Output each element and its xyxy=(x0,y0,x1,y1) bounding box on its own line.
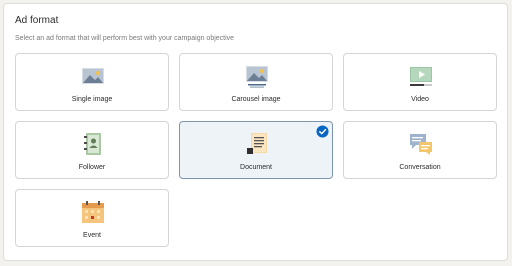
event-icon xyxy=(82,201,104,223)
section-title: Ad format xyxy=(15,15,59,26)
single-image-icon xyxy=(82,68,104,84)
format-label: Follower xyxy=(78,164,106,171)
conversation-icon xyxy=(410,134,432,155)
format-card-follower[interactable]: Follower xyxy=(15,121,169,179)
format-label: Carousel image xyxy=(231,96,281,103)
format-card-conversation[interactable]: Conversation xyxy=(343,121,497,179)
format-label: Video xyxy=(411,96,429,103)
carousel-image-icon xyxy=(246,66,268,88)
video-icon xyxy=(410,67,432,86)
format-label: Single image xyxy=(71,96,113,103)
format-label: Document xyxy=(240,164,272,171)
selected-check-icon xyxy=(316,125,329,138)
format-label: Event xyxy=(83,232,101,239)
document-icon xyxy=(247,133,267,154)
format-card-event[interactable]: Event xyxy=(15,189,169,247)
format-card-single-image[interactable]: Single image xyxy=(15,53,169,111)
section-subtitle: Select an ad format that will perform be… xyxy=(15,35,235,42)
format-card-document[interactable]: Document xyxy=(179,121,333,179)
format-card-video[interactable]: Video xyxy=(343,53,497,111)
follower-icon xyxy=(84,133,101,155)
ad-format-panel: Ad format Select an ad format that will … xyxy=(3,3,508,261)
format-label: Conversation xyxy=(399,164,441,171)
format-card-carousel-image[interactable]: Carousel image xyxy=(179,53,333,111)
